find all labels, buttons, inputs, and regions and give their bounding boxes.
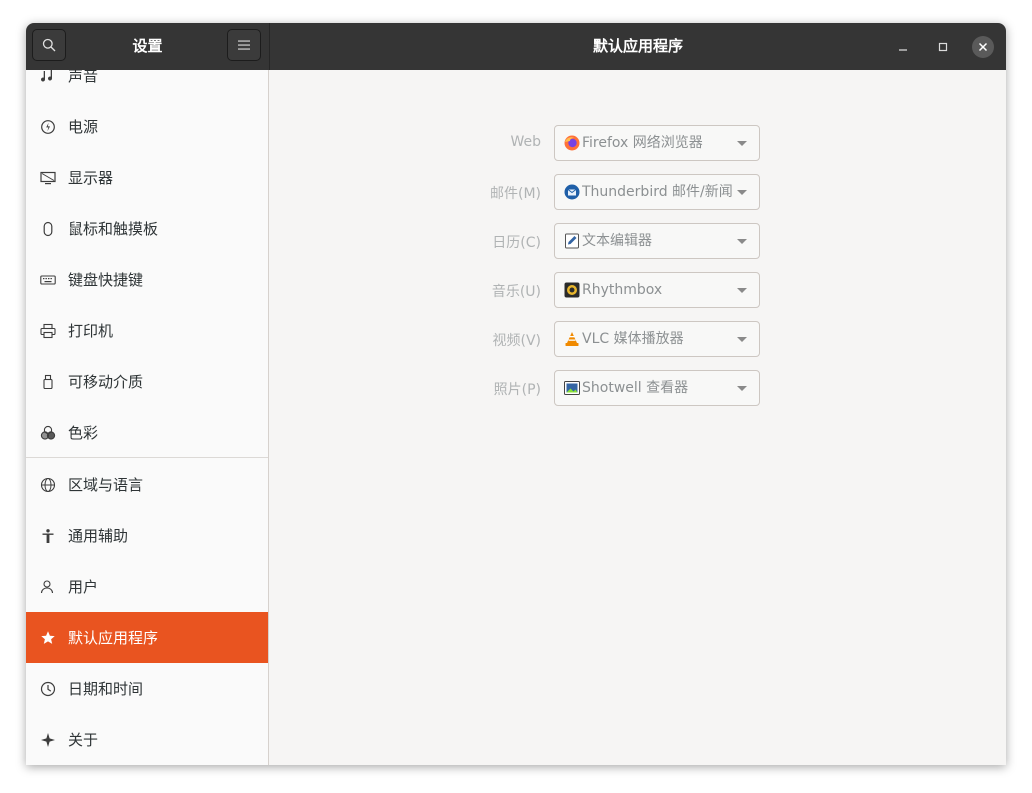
minimize-icon <box>899 49 907 51</box>
mail-combo-value: Thunderbird 邮件/新闻 <box>582 184 733 200</box>
sidebar-item-accessibility[interactable]: 通用辅助 <box>26 510 268 561</box>
sidebar-item-label: 显示器 <box>68 169 114 187</box>
photos-label: 照片(P) <box>493 382 541 398</box>
text-editor-icon <box>565 233 579 249</box>
calendar-combo[interactable]: 文本编辑器 <box>554 223 760 259</box>
accessibility-icon <box>38 526 58 546</box>
calendar-label: 日历(C) <box>492 235 541 251</box>
chevron-down-icon <box>737 190 747 195</box>
sidebar: 声音 电源 显示器 鼠标和触摸板 键盘快捷键 打印机 可移动介质 色彩 区域与语… <box>26 70 269 765</box>
mouse-icon <box>38 219 58 239</box>
thunderbird-icon <box>564 184 580 200</box>
photos-combo[interactable]: Shotwell 查看器 <box>554 370 760 406</box>
web-label: Web <box>510 134 541 150</box>
menu-button[interactable] <box>227 29 261 61</box>
sidebar-item-label: 鼠标和触摸板 <box>68 220 159 238</box>
video-combo[interactable]: VLC 媒体播放器 <box>554 321 760 357</box>
sidebar-item-label: 用户 <box>68 578 99 596</box>
music-combo[interactable]: Rhythmbox <box>554 272 760 308</box>
photos-combo-value: Shotwell 查看器 <box>582 380 689 396</box>
sidebar-item-region-language[interactable]: 区域与语言 <box>26 459 268 510</box>
sidebar-item-date-time[interactable]: 日期和时间 <box>26 663 268 714</box>
sidebar-item-label: 默认应用程序 <box>68 629 159 647</box>
close-icon <box>978 42 988 52</box>
keyboard-icon <box>38 270 58 290</box>
sidebar-item-about[interactable]: 关于 <box>26 714 268 765</box>
chevron-down-icon <box>737 141 747 146</box>
music-combo-value: Rhythmbox <box>582 282 663 298</box>
calendar-combo-value: 文本编辑器 <box>582 233 652 249</box>
usb-drive-icon <box>38 372 58 392</box>
globe-icon <box>38 475 58 495</box>
sidebar-item-sound[interactable]: 声音 <box>26 70 268 101</box>
sidebar-item-users[interactable]: 用户 <box>26 561 268 612</box>
printer-icon <box>38 321 58 341</box>
sidebar-item-removable-media[interactable]: 可移动介质 <box>26 356 268 407</box>
headerbar: 设置 默认应用程序 <box>26 23 1006 70</box>
color-icon <box>38 423 58 443</box>
chevron-down-icon <box>737 337 747 342</box>
minimize-button[interactable] <box>892 36 914 58</box>
video-label: 视频(V) <box>492 333 541 349</box>
mail-combo[interactable]: Thunderbird 邮件/新闻 <box>554 174 760 210</box>
sidebar-item-label: 键盘快捷键 <box>68 271 144 289</box>
sidebar-item-color[interactable]: 色彩 <box>26 407 268 458</box>
sidebar-item-label: 通用辅助 <box>68 527 129 545</box>
music-label: 音乐(U) <box>491 284 541 300</box>
sidebar-item-label: 关于 <box>68 731 99 749</box>
sparkle-icon <box>38 730 58 750</box>
web-combo[interactable]: Firefox 网络浏览器 <box>554 125 760 161</box>
music-note-icon <box>38 70 58 86</box>
sidebar-item-label: 声音 <box>68 70 99 85</box>
hamburger-menu-icon <box>238 40 250 50</box>
vlc-icon <box>565 332 579 346</box>
sidebar-item-default-applications[interactable]: 默认应用程序 <box>26 612 268 663</box>
maximize-button[interactable] <box>932 36 954 58</box>
sidebar-item-label: 色彩 <box>68 424 99 442</box>
sidebar-item-label: 电源 <box>68 118 99 136</box>
sidebar-item-power[interactable]: 电源 <box>26 101 268 152</box>
chevron-down-icon <box>737 386 747 391</box>
sidebar-separator <box>26 457 268 458</box>
video-combo-value: VLC 媒体播放器 <box>582 331 684 347</box>
sidebar-item-display[interactable]: 显示器 <box>26 152 268 203</box>
power-icon <box>38 117 58 137</box>
headerbar-left: 设置 <box>26 23 269 70</box>
chevron-down-icon <box>737 239 747 244</box>
close-button[interactable] <box>972 36 994 58</box>
default-apps-panel: Web Firefox 网络浏览器 邮件(M) Thunderbird 邮件/新… <box>269 70 1006 765</box>
chevron-down-icon <box>737 288 747 293</box>
sidebar-item-label: 区域与语言 <box>68 476 144 494</box>
users-icon <box>38 577 58 597</box>
sidebar-item-label: 打印机 <box>68 322 114 340</box>
mail-label: 邮件(M) <box>489 186 541 202</box>
settings-window: 设置 默认应用程序 声音 电源 显示器 鼠标和触摸板 键盘快捷键 打印机 可移动… <box>26 23 1006 765</box>
sidebar-item-printers[interactable]: 打印机 <box>26 305 268 356</box>
firefox-icon <box>564 135 580 151</box>
sidebar-item-label: 可移动介质 <box>68 373 144 391</box>
clock-icon <box>38 679 58 699</box>
shotwell-icon <box>564 381 580 395</box>
sidebar-item-keyboard[interactable]: 键盘快捷键 <box>26 254 268 305</box>
sidebar-item-label: 日期和时间 <box>68 680 144 698</box>
maximize-icon <box>938 42 948 52</box>
web-combo-value: Firefox 网络浏览器 <box>582 135 703 151</box>
sidebar-item-mouse[interactable]: 鼠标和触摸板 <box>26 203 268 254</box>
star-icon <box>38 628 58 648</box>
display-icon <box>38 168 58 188</box>
rhythmbox-icon <box>564 282 580 298</box>
